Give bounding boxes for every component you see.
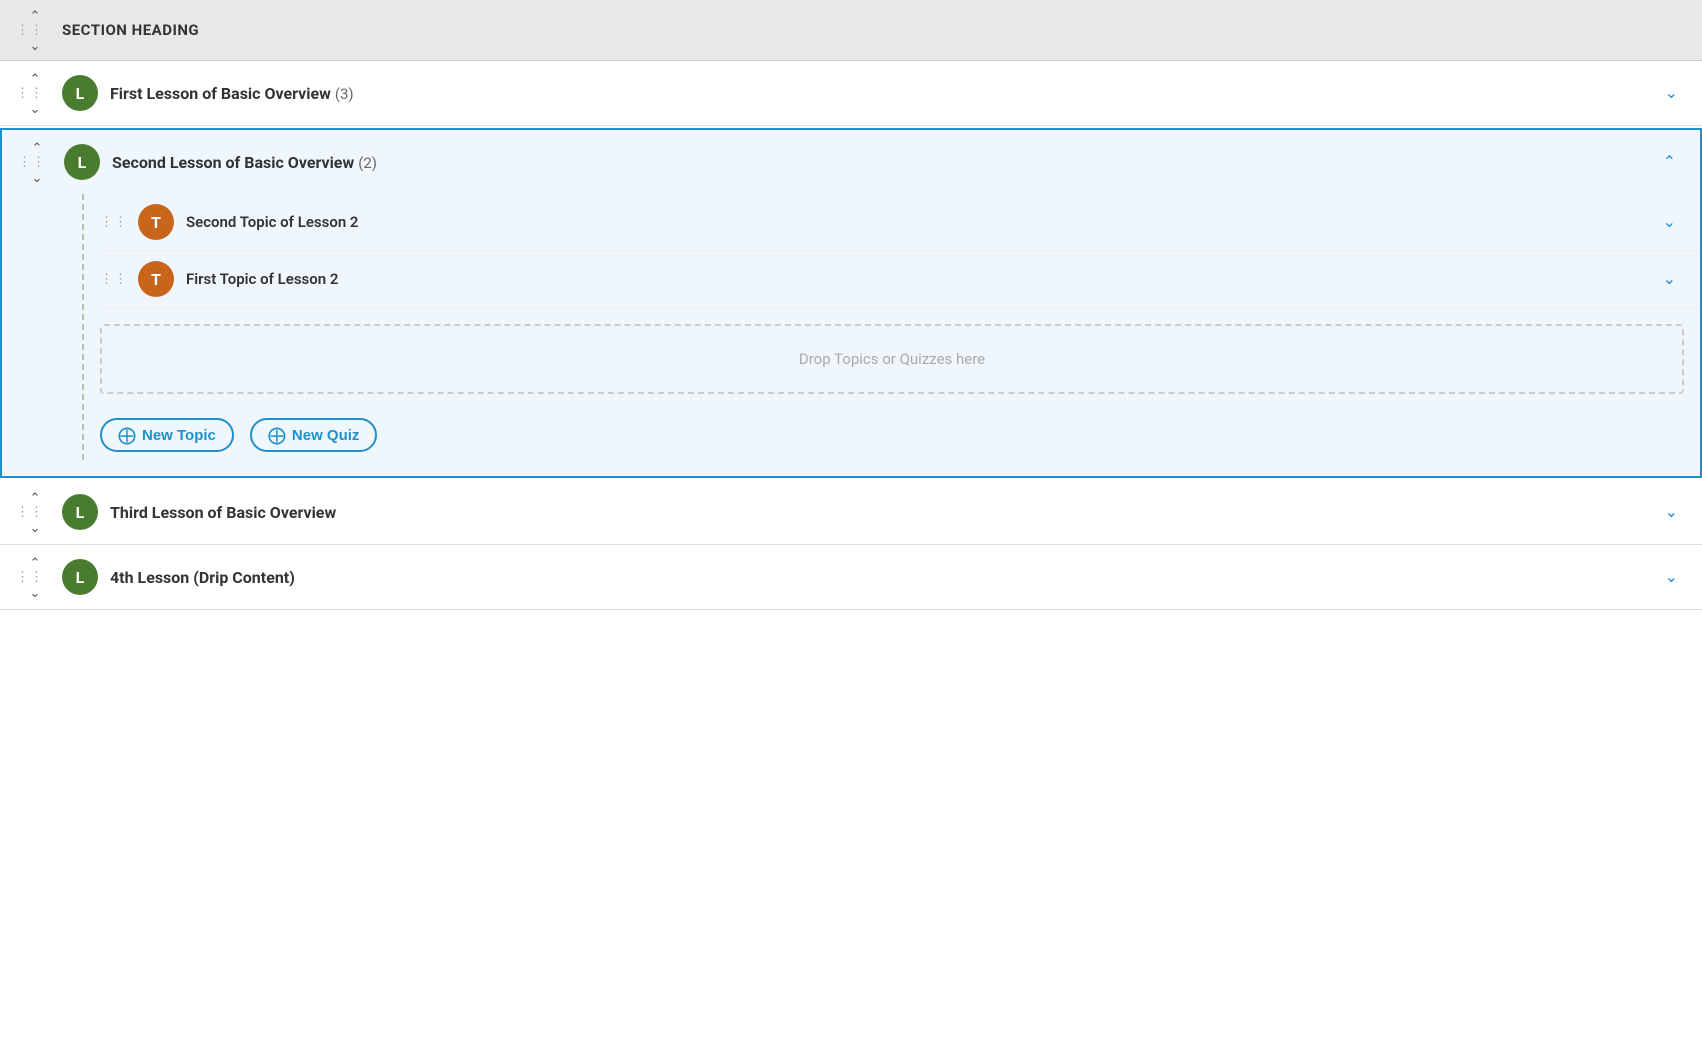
curriculum-list: ⌃ ⋮⋮ ⌄ SECTION HEADING ⌃ ⋮⋮ ⌄ L First Le…: [0, 0, 1702, 610]
action-buttons: ⨁ New Topic ⨁ New Quiz: [100, 410, 1684, 460]
lesson-2-controls: ⌃ ⋮⋮ ⌄: [18, 140, 56, 185]
lesson-3-chevron-down[interactable]: ⌄: [26, 520, 45, 535]
lesson-4-drag-handle[interactable]: ⋮⋮: [16, 570, 44, 585]
new-quiz-label: New Quiz: [292, 427, 360, 444]
lesson-1-badge: L: [62, 75, 98, 111]
new-topic-label: New Topic: [142, 427, 216, 444]
topic-2-badge: T: [138, 261, 174, 297]
lesson-2-chevron-down[interactable]: ⌄: [28, 170, 47, 185]
drop-zone: Drop Topics or Quizzes here: [100, 324, 1684, 394]
drop-zone-text: Drop Topics or Quizzes here: [799, 350, 985, 368]
topic-1-badge: T: [138, 204, 174, 240]
section-chevron-up[interactable]: ⌃: [26, 8, 45, 23]
topic-1-expand-btn[interactable]: ⌄: [1655, 208, 1684, 236]
lesson-4-title: 4th Lesson (Drip Content): [110, 568, 1657, 587]
lesson-2-expanded-content: ⋮⋮ T Second Topic of Lesson 2 ⌄ ⋮⋮ T Fir…: [2, 194, 1700, 476]
lesson-3-chevron-up[interactable]: ⌃: [26, 490, 45, 505]
lesson-2-title: Second Lesson of Basic Overview (2): [112, 153, 1655, 172]
section-heading-row: ⌃ ⋮⋮ ⌄ SECTION HEADING: [0, 0, 1702, 61]
topic-row-1: ⋮⋮ T Second Topic of Lesson 2 ⌄: [100, 194, 1700, 251]
lesson-4-row: ⌃ ⋮⋮ ⌄ L 4th Lesson (Drip Content) ⌄: [0, 545, 1702, 610]
lesson-4-header: ⌃ ⋮⋮ ⌄ L 4th Lesson (Drip Content) ⌄: [0, 545, 1702, 609]
lesson-4-chevron-up[interactable]: ⌃: [26, 555, 45, 570]
lesson-2-inner: ⋮⋮ T Second Topic of Lesson 2 ⌄ ⋮⋮ T Fir…: [82, 194, 1700, 460]
lesson-2-badge: L: [64, 144, 100, 180]
lesson-2-header: ⌃ ⋮⋮ ⌄ L Second Lesson of Basic Overview…: [2, 130, 1700, 194]
new-quiz-plus-icon: ⨁: [268, 426, 286, 444]
lesson-3-header: ⌃ ⋮⋮ ⌄ L Third Lesson of Basic Overview …: [0, 480, 1702, 544]
topic-row-2: ⋮⋮ T First Topic of Lesson 2 ⌄: [100, 251, 1700, 308]
lesson-1-expand-btn[interactable]: ⌄: [1657, 79, 1686, 107]
lesson-1-row: ⌃ ⋮⋮ ⌄ L First Lesson of Basic Overview …: [0, 61, 1702, 126]
lesson-4-controls: ⌃ ⋮⋮ ⌄: [16, 555, 54, 600]
section-heading-title: SECTION HEADING: [62, 21, 1686, 39]
topic-1-drag-handle[interactable]: ⋮⋮: [100, 215, 128, 230]
topic-2-title: First Topic of Lesson 2: [186, 270, 1655, 288]
lesson-2-expand-btn[interactable]: ⌃: [1655, 148, 1684, 176]
topic-2-expand-btn[interactable]: ⌄: [1655, 265, 1684, 293]
lesson-2-row: ⌃ ⋮⋮ ⌄ L Second Lesson of Basic Overview…: [0, 128, 1702, 478]
topic-1-title: Second Topic of Lesson 2: [186, 213, 1655, 231]
lesson-3-controls: ⌃ ⋮⋮ ⌄: [16, 490, 54, 535]
lesson-3-expand-btn[interactable]: ⌄: [1657, 498, 1686, 526]
section-controls: ⌃ ⋮⋮ ⌄: [16, 8, 54, 53]
section-header: ⌃ ⋮⋮ ⌄ SECTION HEADING: [0, 0, 1702, 60]
lesson-1-title: First Lesson of Basic Overview (3): [110, 84, 1657, 103]
lesson-1-chevron-down[interactable]: ⌄: [26, 101, 45, 116]
lesson-2-drag-handle[interactable]: ⋮⋮: [18, 155, 46, 170]
section-chevron-down[interactable]: ⌄: [26, 38, 45, 53]
lesson-1-drag-handle[interactable]: ⋮⋮: [16, 86, 44, 101]
topic-2-drag-handle[interactable]: ⋮⋮: [100, 272, 128, 287]
lesson-1-controls: ⌃ ⋮⋮ ⌄: [16, 71, 54, 116]
lesson-1-chevron-up[interactable]: ⌃: [26, 71, 45, 86]
lesson-2-chevron-up[interactable]: ⌃: [28, 140, 47, 155]
lesson-3-row: ⌃ ⋮⋮ ⌄ L Third Lesson of Basic Overview …: [0, 480, 1702, 545]
new-quiz-button[interactable]: ⨁ New Quiz: [250, 418, 378, 452]
lesson-3-badge: L: [62, 494, 98, 530]
new-topic-button[interactable]: ⨁ New Topic: [100, 418, 234, 452]
new-topic-plus-icon: ⨁: [118, 426, 136, 444]
lesson-4-badge: L: [62, 559, 98, 595]
lesson-3-title: Third Lesson of Basic Overview: [110, 503, 1657, 522]
section-drag-handle[interactable]: ⋮⋮: [16, 23, 44, 38]
lesson-3-drag-handle[interactable]: ⋮⋮: [16, 505, 44, 520]
lesson-1-header: ⌃ ⋮⋮ ⌄ L First Lesson of Basic Overview …: [0, 61, 1702, 125]
lesson-4-expand-btn[interactable]: ⌄: [1657, 563, 1686, 591]
lesson-4-chevron-down[interactable]: ⌄: [26, 585, 45, 600]
